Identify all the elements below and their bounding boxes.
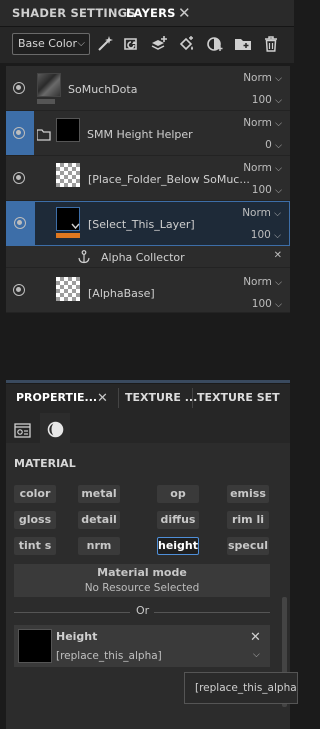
tab-texture[interactable]: TEXTURE ... — [125, 384, 197, 411]
magic-wand-icon[interactable] — [96, 35, 114, 53]
visibility-toggle[interactable] — [6, 268, 34, 312]
active-channel-indicator — [56, 233, 80, 238]
visibility-toggle[interactable] — [7, 201, 35, 246]
channel-chip-specul[interactable]: specul — [227, 537, 269, 555]
layer-name: [AlphaBase] — [88, 287, 155, 300]
layer-row[interactable]: SMM Height Helper Norm ⌵ 0 ⌵ — [6, 111, 290, 156]
close-layers-tab-icon[interactable]: ✕ — [178, 6, 191, 21]
tab-separator — [192, 388, 193, 408]
divider-line — [154, 612, 270, 613]
material-heading: MATERIAL — [14, 457, 76, 470]
height-resource-name: [replace_this_alpha] — [56, 650, 162, 662]
eye-icon — [13, 82, 25, 94]
or-label: Or — [136, 604, 150, 617]
tab-separator — [118, 388, 119, 408]
channel-chip-op[interactable]: op — [157, 485, 199, 503]
tab-layers[interactable]: LAYERS — [126, 0, 176, 27]
height-resource-title: Height — [56, 630, 98, 643]
generator-settings-icon[interactable] — [14, 423, 31, 438]
anchor-sublayer-row[interactable]: Alpha Collector ✕ — [6, 246, 290, 268]
resource-tooltip: [replace_this_alpha — [184, 672, 298, 704]
layer-thumbnail — [56, 163, 80, 187]
visibility-toggle[interactable] — [6, 156, 34, 200]
visibility-toggle[interactable] — [6, 111, 34, 155]
channel-chip-metal[interactable]: metal — [78, 485, 120, 503]
eye-icon — [13, 172, 25, 184]
divider-line — [14, 612, 130, 613]
remove-anchor-icon[interactable]: ✕ — [274, 250, 282, 261]
eye-icon — [14, 217, 26, 229]
channel-dropdown[interactable]: Base Color ⌵ — [12, 33, 90, 55]
properties-tab-bar: PROPERTIE... ✕ TEXTURE ... TEXTURE SET S… — [6, 384, 290, 431]
opacity-value[interactable]: 100 ⌵ — [252, 184, 282, 196]
tab-shader-settings[interactable]: SHADER SETTINGS — [12, 0, 136, 27]
layer-row-selected[interactable]: [Select_This_Layer] Norm ⌵ 100 ⌵ — [6, 201, 290, 246]
clear-resource-icon[interactable]: ✕ — [250, 630, 261, 645]
sublayer-name: Alpha Collector — [101, 251, 185, 264]
tab-texture-set[interactable]: TEXTURE SET S... — [197, 384, 290, 431]
opacity-value[interactable]: 0 ⌵ — [265, 139, 282, 151]
material-mode-box[interactable]: Material mode No Resource Selected — [14, 564, 270, 597]
mask-strip — [37, 99, 55, 104]
layer-thumbnail — [56, 118, 80, 142]
material-mode-label: Material mode — [97, 566, 187, 579]
height-resource-thumbnail — [18, 629, 52, 663]
layer-thumbnail — [56, 277, 80, 301]
visibility-toggle[interactable] — [6, 66, 34, 110]
channel-chip-emiss[interactable]: emiss — [227, 485, 269, 503]
add-folder-icon[interactable] — [234, 35, 252, 53]
layer-row[interactable]: [Place_Folder_Below SoMuc... Norm ⌵ 100 … — [6, 156, 290, 201]
material-sphere-icon — [47, 421, 64, 438]
folder-icon[interactable] — [37, 129, 51, 141]
channel-chip-nrm[interactable]: nrm — [78, 537, 120, 555]
opacity-value[interactable]: 100 ⌵ — [252, 298, 282, 310]
channel-chip-rim-li[interactable]: rim li — [227, 511, 269, 529]
blend-mode[interactable]: Norm ⌵ — [243, 162, 282, 174]
layer-thumbnail — [37, 73, 61, 97]
panel-tab-bar: SHADER SETTINGS LAYERS ✕ — [0, 0, 294, 27]
layer-name: SoMuchDota — [68, 83, 138, 96]
eye-icon — [13, 284, 25, 296]
chevron-down-icon — [71, 223, 80, 230]
channel-chip-height[interactable]: height — [157, 537, 199, 555]
layer-row[interactable]: SoMuchDota Norm ⌵ 100 ⌵ — [6, 66, 290, 111]
close-properties-tab-icon[interactable]: ✕ — [97, 391, 108, 406]
channel-chip-detail[interactable]: detail — [78, 511, 120, 529]
layer-name: SMM Height Helper — [87, 128, 193, 141]
layer-name: [Select_This_Layer] — [88, 218, 195, 231]
anchor-icon — [78, 250, 90, 264]
channel-chip-color[interactable]: color — [14, 485, 56, 503]
chevron-down-icon: ⌵ — [77, 38, 85, 49]
blend-mode[interactable]: Norm ⌵ — [243, 72, 282, 84]
layers-toolbar: Base Color ⌵ — [0, 27, 294, 63]
layer-stack: SoMuchDota Norm ⌵ 100 ⌵ SMM Height Helpe… — [6, 66, 290, 313]
material-mode-value: No Resource Selected — [84, 582, 200, 594]
channel-chip-gloss[interactable]: gloss — [14, 511, 56, 529]
layer-name: [Place_Folder_Below SoMuc... — [88, 173, 250, 186]
opacity-value[interactable]: 100 ⌵ — [252, 94, 282, 106]
chevron-down-icon[interactable]: ⌵ — [253, 650, 260, 660]
add-fill-layer-icon[interactable] — [178, 35, 196, 53]
add-mask-icon[interactable] — [206, 35, 224, 53]
blend-mode[interactable]: Norm ⌵ — [242, 207, 281, 219]
opacity-value[interactable]: 100 ⌵ — [251, 229, 281, 241]
blend-mode[interactable]: Norm ⌵ — [243, 276, 282, 288]
panel-divider[interactable] — [6, 380, 290, 383]
tab-properties[interactable]: PROPERTIE... — [16, 384, 97, 411]
layer-row[interactable]: [AlphaBase] Norm ⌵ 100 ⌵ — [6, 268, 290, 313]
trash-icon[interactable] — [262, 35, 280, 53]
blend-mode[interactable]: Norm ⌵ — [243, 117, 282, 129]
add-layer-stack-icon[interactable] — [150, 35, 168, 53]
channel-chip-tint-s[interactable]: tint s — [14, 537, 56, 555]
height-resource-slot[interactable]: Height [replace_this_alpha] ✕ ⌵ — [14, 625, 270, 667]
smart-mask-icon[interactable] — [122, 35, 140, 53]
channel-chip-diffus[interactable]: diffus — [157, 511, 199, 529]
channel-dropdown-value: Base Color — [18, 37, 78, 50]
eye-icon — [13, 127, 25, 139]
